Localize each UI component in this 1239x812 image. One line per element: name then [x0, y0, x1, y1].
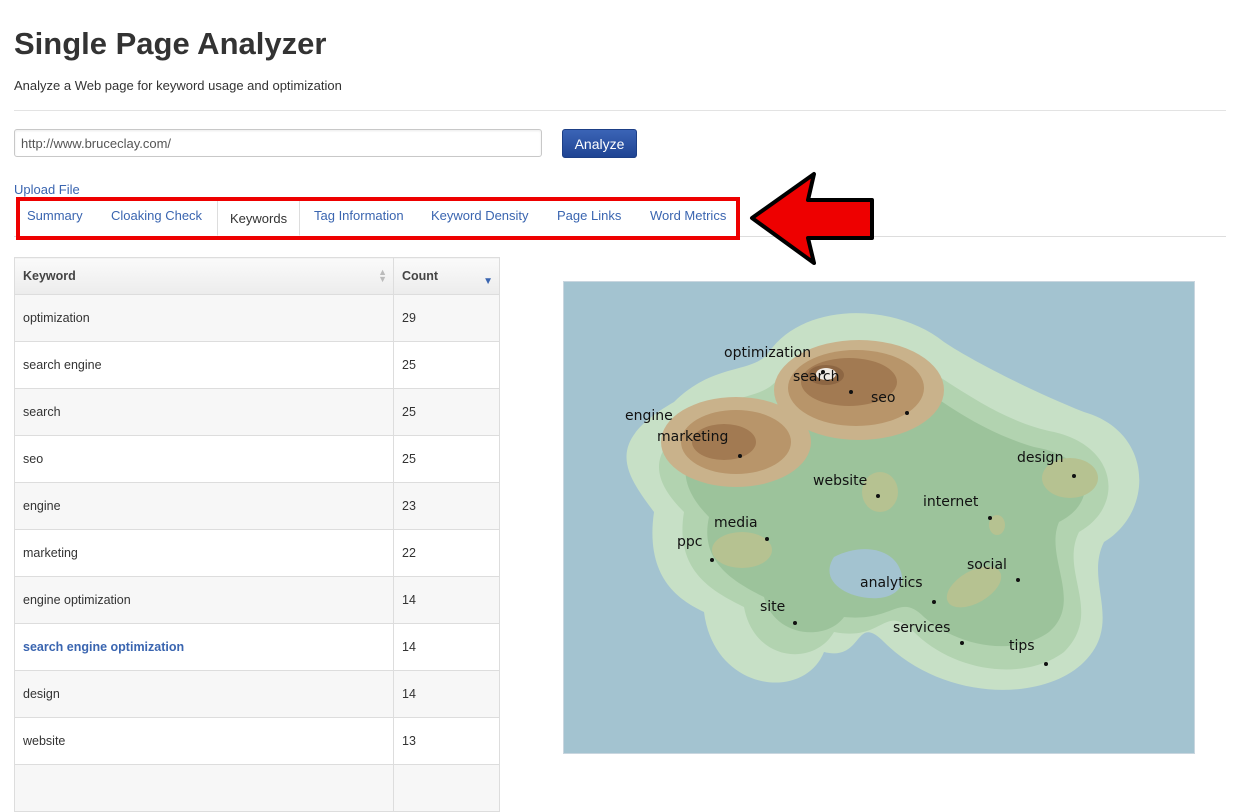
table-row: marketing 22 [14, 529, 500, 577]
keyword-cell: seo [14, 435, 394, 483]
divider [14, 110, 1226, 111]
map-label-website: website [813, 473, 867, 489]
map-patch-website [862, 472, 898, 512]
keyword-map-svg: optimization search seo engine marketing… [564, 282, 1194, 753]
point-website [876, 494, 880, 498]
map-label-optimization: optimization [724, 345, 811, 361]
map-label-seo: seo [871, 390, 895, 406]
table-row: optimization 29 [14, 294, 500, 342]
map-label-social: social [967, 557, 1007, 573]
count-cell: 29 [393, 294, 500, 342]
count-cell: 14 [393, 623, 500, 671]
point-seo [849, 390, 853, 394]
table-row [14, 764, 500, 812]
point-site [793, 621, 797, 625]
page-subtitle: Analyze a Web page for keyword usage and… [14, 78, 342, 93]
map-label-ppc: ppc [677, 534, 702, 550]
point-ppc [710, 558, 714, 562]
keyword-cell: marketing [14, 529, 394, 577]
map-patch-media [712, 532, 772, 568]
keyword-cell: search engine [14, 341, 394, 389]
map-label-analytics: analytics [860, 575, 923, 591]
table-row: website 13 [14, 717, 500, 765]
keyword-column-header[interactable]: Keyword ▲ ▼ [14, 257, 394, 295]
map-label-services: services [893, 620, 950, 636]
tabs-highlight-box [16, 197, 740, 240]
keyword-cell: engine optimization [14, 576, 394, 624]
table-row: design 14 [14, 670, 500, 718]
map-label-internet: internet [923, 494, 979, 510]
red-arrow-icon [750, 172, 874, 265]
map-label-tips: tips [1009, 638, 1035, 654]
keyword-cell: search [14, 388, 394, 436]
map-label-design: design [1017, 450, 1063, 466]
page-title: Single Page Analyzer [14, 26, 327, 61]
map-label-search: search [793, 369, 840, 385]
count-cell: 25 [393, 388, 500, 436]
keyword-cell: website [14, 717, 394, 765]
table-row: seo 25 [14, 435, 500, 483]
keyword-cell: search engine optimization [14, 623, 394, 671]
keyword-header-label: Keyword [23, 269, 76, 283]
map-label-engine: engine [625, 408, 673, 424]
sort-both-icon: ▲ ▼ [378, 267, 387, 284]
point-tips [1044, 662, 1048, 666]
point-optimization [905, 411, 909, 415]
point-analytics [932, 600, 936, 604]
count-cell: 25 [393, 435, 500, 483]
table-row: engine optimization 14 [14, 576, 500, 624]
count-cell: 23 [393, 482, 500, 530]
map-label-site: site [760, 599, 785, 615]
count-cell: 25 [393, 341, 500, 389]
keyword-map: optimization search seo engine marketing… [563, 281, 1195, 754]
point-social [1016, 578, 1020, 582]
map-label-marketing: marketing [657, 429, 728, 445]
table-row: search engine optimization 14 [14, 623, 500, 671]
keyword-cell: optimization [14, 294, 394, 342]
point-design [1072, 474, 1076, 478]
table-row: engine 23 [14, 482, 500, 530]
keyword-cell: design [14, 670, 394, 718]
analyze-button[interactable]: Analyze [562, 129, 637, 158]
sort-descending-icon: ▼ [483, 276, 493, 287]
point-marketing [738, 454, 742, 458]
count-cell [393, 764, 500, 812]
map-label-media: media [714, 515, 758, 531]
count-cell: 14 [393, 576, 500, 624]
table-row: search engine 25 [14, 341, 500, 389]
table-row: search 25 [14, 388, 500, 436]
point-media [765, 537, 769, 541]
count-cell: 22 [393, 529, 500, 577]
url-input[interactable] [14, 129, 542, 157]
keyword-table: Keyword ▲ ▼ Count ▼ optimization 29 search… [14, 257, 500, 812]
point-services [960, 641, 964, 645]
count-cell: 13 [393, 717, 500, 765]
count-column-header[interactable]: Count ▼ [393, 257, 500, 295]
upload-file-link[interactable]: Upload File [14, 182, 80, 197]
keyword-cell [14, 764, 394, 812]
point-internet [988, 516, 992, 520]
count-cell: 14 [393, 670, 500, 718]
count-header-label: Count [402, 269, 439, 283]
keyword-cell: engine [14, 482, 394, 530]
